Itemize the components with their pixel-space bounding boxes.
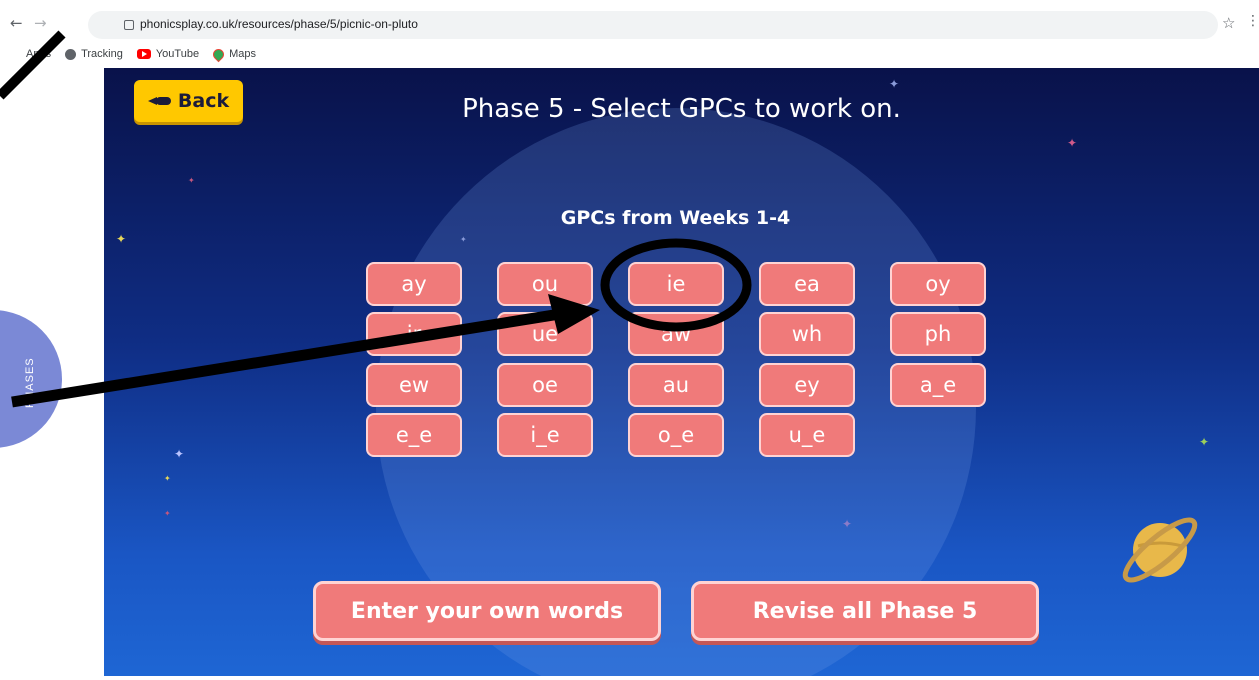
url-text[interactable]: phonicsplay.co.uk/resources/phase/5/picn… [140,17,418,31]
gpc-button-ue[interactable]: ue [497,312,593,356]
forward-arrow-icon[interactable]: → [34,14,47,32]
bookmark-star-icon[interactable]: ☆ [1222,14,1235,32]
gpc-button-ey[interactable]: ey [759,363,855,407]
star-icon: ✦ [174,447,185,461]
enter-own-words-button[interactable]: Enter your own words [313,581,661,641]
bookmarks-bar: Apps Tracking YouTube Maps [0,44,270,64]
star-icon: ✦ [842,517,853,531]
bookmark-tracking-label: Tracking [81,48,123,60]
gpc-button-i-e[interactable]: i_e [497,413,593,457]
gpc-button-ir[interactable]: ir [366,312,462,356]
gpc-button-e-e[interactable]: e_e [366,413,462,457]
bookmark-maps[interactable]: Maps [210,46,256,62]
back-arrow-icon[interactable]: ← [10,14,23,32]
globe-icon [65,48,77,60]
youtube-icon [136,49,151,59]
gpc-button-u-e[interactable]: u_e [759,413,855,457]
gpc-button-ay[interactable]: ay [366,262,462,306]
gpc-button-o-e[interactable]: o_e [628,413,724,457]
gpc-button-oe[interactable]: oe [497,363,593,407]
game-area: ✦ ✦ ✦ ✦ ✦ ✦ ✦ ✦ ✦ ✦ Back Phase 5 - Selec… [104,68,1259,676]
bookmark-tracking[interactable]: Tracking [65,48,123,60]
star-icon: ✦ [889,77,900,91]
gpc-button-ea[interactable]: ea [759,262,855,306]
phases-tab-label: PHASES [24,357,36,409]
bookmark-youtube[interactable]: YouTube [136,48,200,60]
gpc-button-wh[interactable]: wh [759,312,855,356]
planet-icon [1122,517,1198,583]
bookmark-youtube-label: YouTube [155,48,200,60]
gpc-button-ie[interactable]: ie [628,262,724,306]
browser-chrome: ← → phonicsplay.co.uk/resources/phase/5/… [0,0,1259,68]
star-icon: ✦ [164,474,171,483]
gpc-button-au[interactable]: au [628,363,724,407]
revise-all-phase-5-button[interactable]: Revise all Phase 5 [691,581,1039,641]
section-heading: GPCs from Weeks 1-4 [560,207,791,229]
bookmark-apps-label: Apps [26,48,52,60]
star-icon: ✦ [460,235,467,244]
star-icon: ✦ [116,232,127,246]
star-icon: ✦ [1199,435,1210,449]
gpc-button-aw[interactable]: aw [628,312,724,356]
menu-icon[interactable]: ⋮ [1246,13,1259,29]
maps-pin-icon [210,46,227,62]
gpc-button-ou[interactable]: ou [497,262,593,306]
gpc-button-oy[interactable]: oy [890,262,986,306]
gpc-button-ph[interactable]: ph [890,312,986,356]
lock-icon [124,20,134,30]
page-title: Phase 5 - Select GPCs to work on. [462,94,901,124]
star-icon: ✦ [1067,136,1078,150]
gpc-button-ew[interactable]: ew [366,363,462,407]
gpc-button-a-e[interactable]: a_e [890,363,986,407]
bookmark-apps[interactable]: Apps [26,48,51,60]
bookmark-maps-label: Maps [229,48,256,60]
star-icon: ✦ [164,509,171,518]
star-icon: ✦ [188,176,195,185]
